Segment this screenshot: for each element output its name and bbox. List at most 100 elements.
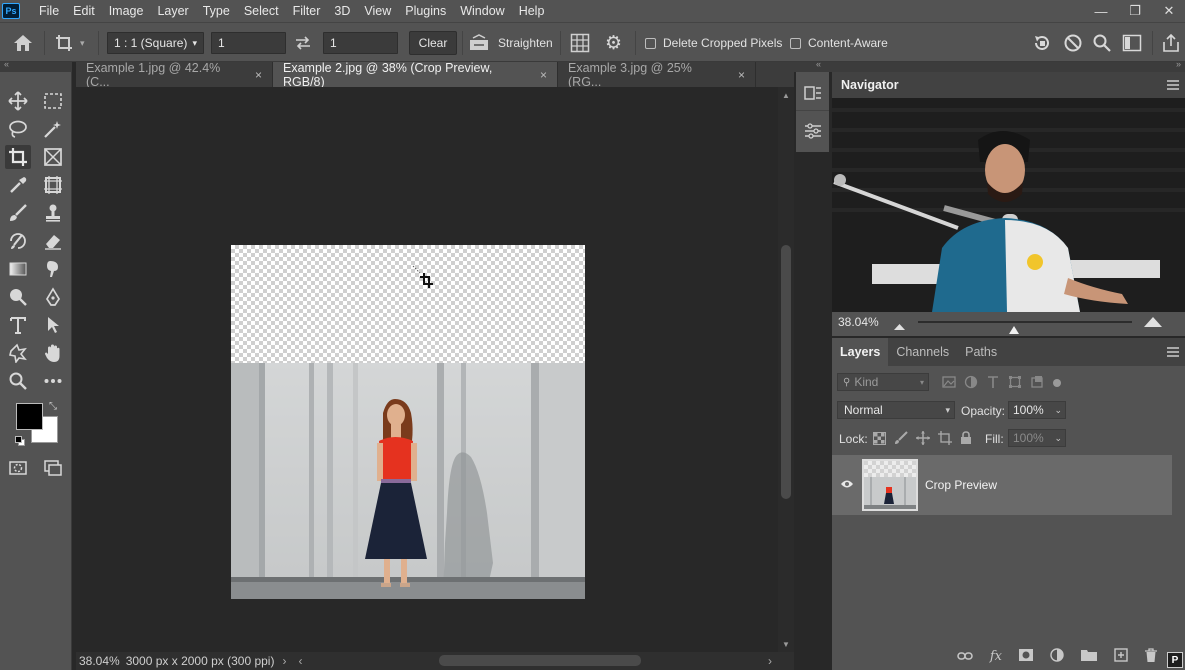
history-brush-tool-icon[interactable] xyxy=(5,229,31,253)
brush-tool-icon[interactable] xyxy=(5,201,31,225)
crop-settings-gear-icon[interactable]: ⚙ xyxy=(605,23,622,63)
link-layers-icon[interactable] xyxy=(957,649,973,664)
document-image[interactable] xyxy=(231,245,585,599)
tab-layers[interactable]: Layers xyxy=(832,338,889,366)
hand-tool-icon[interactable] xyxy=(40,341,66,365)
swap-dimensions-icon[interactable] xyxy=(294,23,312,63)
zoom-tool-icon[interactable] xyxy=(5,369,31,393)
blend-mode-select[interactable]: Normal ▾ xyxy=(837,401,955,419)
toolbar-collapse-strip[interactable]: « xyxy=(0,59,72,72)
filter-toggle-icon[interactable] xyxy=(1052,377,1062,391)
default-colors-icon[interactable] xyxy=(15,436,25,446)
lock-pixels-icon[interactable] xyxy=(894,431,908,448)
ratio-preset-select[interactable]: 1 : 1 (Square) ▾ xyxy=(107,32,204,54)
new-group-icon[interactable] xyxy=(1081,649,1097,664)
menu-view[interactable]: View xyxy=(357,0,398,22)
menu-help[interactable]: Help xyxy=(512,0,552,22)
home-icon[interactable] xyxy=(12,23,34,63)
swap-colors-icon[interactable]: ⤡ xyxy=(49,401,57,412)
scroll-up-icon[interactable]: ▲ xyxy=(782,91,790,100)
content-aware-checkbox[interactable]: Content-Aware xyxy=(790,23,888,63)
tab-close-icon[interactable]: × xyxy=(540,68,547,82)
lasso-tool-icon[interactable] xyxy=(5,117,31,141)
menu-file[interactable]: File xyxy=(32,0,66,22)
reset-icon[interactable] xyxy=(1032,23,1052,63)
filter-pixel-icon[interactable] xyxy=(942,375,956,392)
panel-collapse-strip[interactable]: « » xyxy=(794,59,1185,72)
menu-image[interactable]: Image xyxy=(102,0,151,22)
marquee-tool-icon[interactable] xyxy=(40,89,66,113)
navigator-zoom-slider-thumb[interactable] xyxy=(1009,323,1020,334)
crop-width-input[interactable]: 1 xyxy=(211,32,286,54)
status-menu-arrow-icon[interactable]: › xyxy=(282,654,286,668)
layer-filter-select[interactable]: ⚲ Kind ▾ xyxy=(837,373,929,391)
tab-close-icon[interactable]: × xyxy=(738,68,745,82)
restore-icon[interactable]: ❐ xyxy=(1127,3,1143,19)
layer-effects-icon[interactable]: fx xyxy=(990,649,1002,664)
cancel-icon[interactable] xyxy=(1063,23,1083,63)
frame-tool-icon[interactable] xyxy=(40,145,66,169)
crop-height-input[interactable]: 1 xyxy=(323,32,398,54)
navigator-zoom-slider[interactable] xyxy=(918,321,1132,323)
lock-artboard-icon[interactable] xyxy=(938,431,952,448)
quick-mask-icon[interactable] xyxy=(5,456,31,480)
adjustment-layer-icon[interactable] xyxy=(1050,647,1064,665)
resize-grip-icon[interactable]: P xyxy=(1167,652,1183,668)
crop-tool-icon[interactable] xyxy=(5,145,31,169)
tab-example-2[interactable]: Example 2.jpg @ 38% (Crop Preview, RGB/8… xyxy=(273,61,558,89)
tab-example-1[interactable]: Example 1.jpg @ 42.4% (C... × xyxy=(76,61,273,89)
custom-shape-tool-icon[interactable] xyxy=(5,341,31,365)
pen-tool-icon[interactable] xyxy=(40,285,66,309)
menu-window[interactable]: Window xyxy=(453,0,511,22)
menu-plugins[interactable]: Plugins xyxy=(398,0,453,22)
clone-stamp-tool-icon[interactable] xyxy=(40,201,66,225)
straighten-button[interactable]: Straighten xyxy=(469,23,553,63)
menu-select[interactable]: Select xyxy=(237,0,286,22)
lock-transparency-icon[interactable] xyxy=(873,431,886,448)
move-tool-icon[interactable] xyxy=(5,89,31,113)
layer-row-crop-preview[interactable]: Crop Preview xyxy=(832,455,1172,515)
lock-all-icon[interactable] xyxy=(960,431,972,448)
tab-example-3[interactable]: Example 3.jpg @ 25% (RG... × xyxy=(558,61,756,89)
navigator-preview[interactable] xyxy=(832,98,1185,312)
add-mask-icon[interactable] xyxy=(1019,648,1033,664)
clear-button[interactable]: Clear xyxy=(409,31,457,55)
filter-shape-icon[interactable] xyxy=(1008,375,1022,392)
eyedropper-tool-icon[interactable] xyxy=(5,173,31,197)
lock-position-icon[interactable] xyxy=(916,431,930,448)
foreground-color-swatch[interactable] xyxy=(16,403,43,430)
horizontal-scroll-thumb[interactable] xyxy=(439,655,641,666)
zoom-in-icon[interactable] xyxy=(1144,316,1162,327)
history-panel-icon[interactable] xyxy=(804,84,822,105)
overlay-grid-icon[interactable] xyxy=(570,23,590,63)
eraser-tool-icon[interactable] xyxy=(40,229,66,253)
path-selection-tool-icon[interactable] xyxy=(40,313,66,337)
layer-visibility-eye-icon[interactable] xyxy=(840,478,854,492)
fill-input[interactable]: 100% ⌄ xyxy=(1008,429,1066,447)
panel-menu-icon[interactable] xyxy=(1167,345,1179,359)
new-layer-icon[interactable] xyxy=(1114,647,1128,665)
delete-cropped-pixels-checkbox[interactable]: Delete Cropped Pixels xyxy=(645,23,782,63)
share-icon[interactable] xyxy=(1161,23,1181,63)
status-zoom[interactable]: 38.04% xyxy=(79,654,120,668)
vertical-scrollbar[interactable]: ▲ ▼ xyxy=(778,87,794,652)
type-tool-icon[interactable] xyxy=(5,313,31,337)
workspace-icon[interactable] xyxy=(1122,23,1142,63)
opacity-input[interactable]: 100% ⌄ xyxy=(1008,401,1066,419)
filter-smart-object-icon[interactable] xyxy=(1030,375,1044,392)
menu-filter[interactable]: Filter xyxy=(286,0,328,22)
delete-layer-icon[interactable] xyxy=(1145,647,1157,665)
tab-close-icon[interactable]: × xyxy=(255,68,262,82)
dodge-tool-icon[interactable] xyxy=(5,285,31,309)
tab-paths[interactable]: Paths xyxy=(957,338,1005,366)
close-icon[interactable]: ✕ xyxy=(1161,3,1177,19)
panel-menu-icon[interactable] xyxy=(1167,78,1179,92)
filter-type-icon[interactable] xyxy=(986,375,1000,392)
navigator-zoom-value[interactable]: 38.04% xyxy=(838,315,879,329)
gradient-tool-icon[interactable] xyxy=(5,257,31,281)
adjustments-panel-icon[interactable] xyxy=(804,122,822,143)
menu-edit[interactable]: Edit xyxy=(66,0,102,22)
zoom-out-icon[interactable] xyxy=(894,319,905,330)
crop-tool-preset-icon[interactable]: ▾ xyxy=(54,23,85,63)
scroll-left-icon[interactable]: ‹ xyxy=(298,654,302,668)
